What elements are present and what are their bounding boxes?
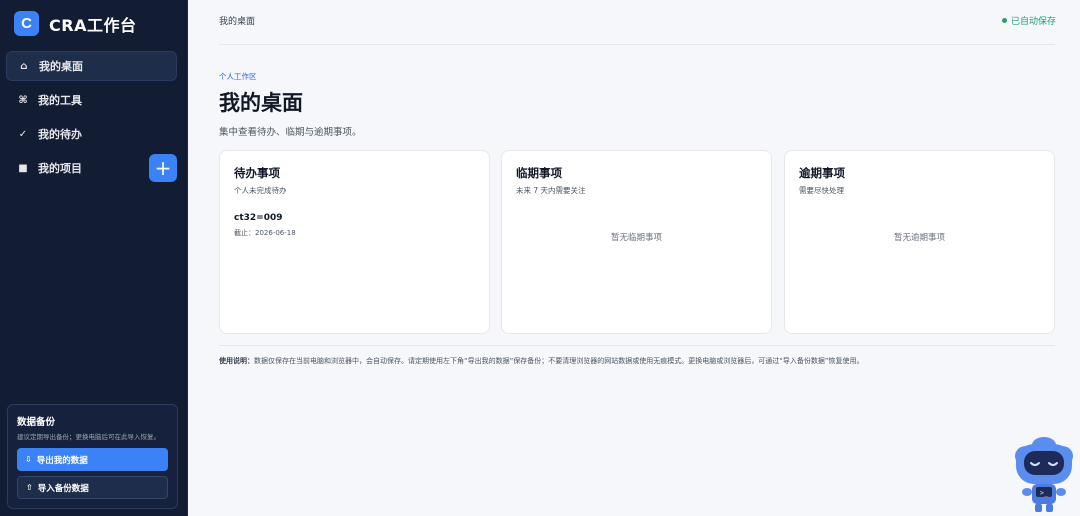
backup-title: 数据备份	[17, 417, 56, 428]
sidebar-item-label: 我的待办	[38, 128, 82, 141]
usage-note: 使用说明：数据仅保存在当前电脑和浏览器中，会自动保存。请定期使用左下角“导出我的…	[219, 356, 864, 366]
check-icon: ✓	[18, 128, 28, 140]
backup-description: 建议定期导出备份；更换电脑后可在此导入恢复。	[17, 433, 160, 441]
usage-label: 使用说明：	[219, 357, 254, 365]
upload-icon: ⇧	[26, 483, 33, 492]
sidebar-item-projects[interactable]: ■ 我的项目	[6, 153, 144, 183]
brand-logo: C	[14, 11, 39, 36]
sidebar-item-tools[interactable]: ⌘ 我的工具	[6, 85, 177, 115]
autosave-label: 已自动保存	[1010, 17, 1056, 27]
home-icon: ⌂	[20, 60, 28, 72]
card-description: 个人未完成待办	[234, 186, 287, 195]
usage-text: 数据仅保存在当前电脑和浏览器中，会自动保存。请定期使用左下角“导出我的数据”保存…	[254, 357, 864, 365]
status-dot-icon	[1001, 18, 1007, 23]
todo-item-name[interactable]: ct32=009	[234, 213, 283, 223]
sidebar-item-label: 我的工具	[38, 94, 82, 107]
card-description: 需要尽快处理	[799, 186, 844, 195]
sidebar-item-desktop[interactable]: ⌂ 我的桌面	[6, 51, 177, 81]
sidebar-item-label: 我的桌面	[39, 60, 83, 73]
robot-screen-text: >_	[1040, 489, 1049, 497]
page-subtitle: 集中查看待办、临期与逾期事项。	[219, 127, 362, 138]
command-icon: ⌘	[18, 94, 28, 106]
upcoming-card: 临期事项 未来 7 天内需要关注 暂无临期事项	[501, 150, 772, 334]
export-data-label: 导出我的数据	[36, 455, 88, 466]
backup-panel: 数据备份 建议定期导出备份；更换电脑后可在此导入恢复。 ⇩ 导出我的数据 ⇧ 导…	[7, 404, 178, 509]
sidebar-item-label: 我的项目	[38, 162, 82, 175]
brand[interactable]: C CRA工作台	[14, 11, 136, 36]
card-title: 待办事项	[234, 166, 280, 180]
brand-name: CRA工作台	[49, 15, 137, 35]
square-icon: ■	[18, 162, 28, 174]
card-title: 临期事项	[516, 166, 562, 180]
todo-item-due: 截止：2026-06-18	[234, 229, 296, 237]
divider	[219, 44, 1055, 45]
import-data-label: 导入备份数据	[37, 483, 89, 494]
page-eyebrow: 个人工作区	[219, 72, 257, 81]
empty-state: 暂无临期事项	[610, 233, 662, 243]
todo-card: 待办事项 个人未完成待办 ct32=009 截止：2026-06-18	[219, 150, 490, 334]
card-description: 未来 7 天内需要关注	[516, 186, 586, 195]
page-title: 我的桌面	[219, 91, 303, 115]
sidebar-item-todos[interactable]: ✓ 我的待办	[6, 119, 177, 149]
divider	[219, 345, 1055, 346]
add-project-button[interactable]: +	[149, 154, 177, 182]
breadcrumb: 我的桌面	[219, 17, 256, 27]
empty-state: 暂无逾期事项	[893, 233, 945, 243]
export-data-button[interactable]: ⇩ 导出我的数据	[17, 448, 168, 471]
autosave-status: 已自动保存	[1001, 14, 1056, 27]
overdue-card: 逾期事项 需要尽快处理 暂无逾期事项	[784, 150, 1055, 334]
sidebar: C CRA工作台 ⌂ 我的桌面 ⌘ 我的工具 ✓ 我的待办 ■ 我的项目 + 数…	[0, 0, 188, 516]
robot-assistant-icon[interactable]: >_	[1012, 434, 1076, 516]
import-data-button[interactable]: ⇧ 导入备份数据	[17, 476, 168, 499]
card-title: 逾期事项	[799, 166, 845, 180]
download-icon: ⇩	[25, 455, 32, 464]
